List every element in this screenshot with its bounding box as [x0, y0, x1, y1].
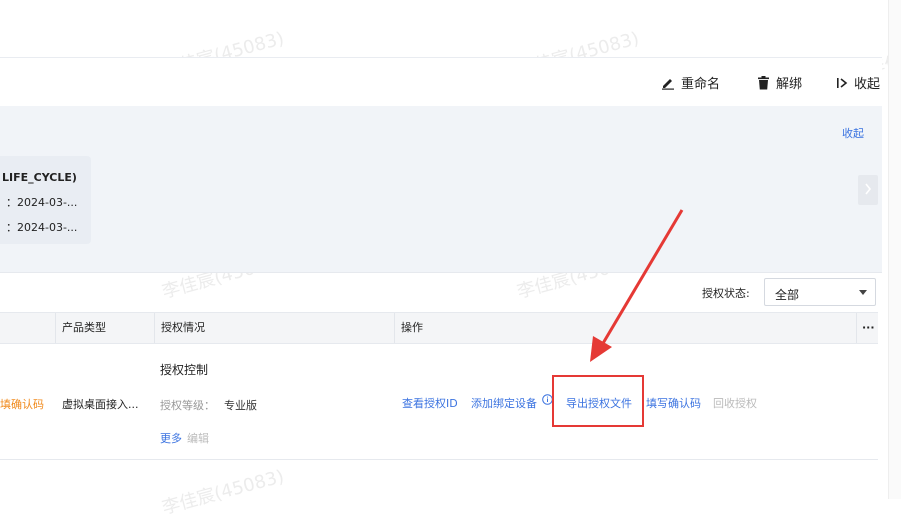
auth-control-title: 授权控制 — [160, 363, 209, 377]
auth-status-value: 全部 — [775, 288, 800, 302]
column-settings-button[interactable]: ··· — [856, 313, 878, 343]
rename-label: 重命名 — [681, 77, 721, 92]
card-line-start: ：2024-03-... — [6, 196, 78, 209]
auth-level-label: 授权等级： — [160, 399, 215, 412]
edit-icon — [661, 76, 675, 90]
chevron-right-icon — [864, 183, 872, 198]
more-link[interactable]: 更多 — [160, 430, 182, 446]
table-header: 产品类型 授权情况 操作 ··· — [0, 312, 878, 344]
auth-level-value: 专业版 — [224, 399, 257, 412]
table-row: 填确认码 虚拟桌面接入... 授权控制 授权等级： 专业版 更多 编辑 查看授权… — [0, 344, 878, 460]
unbind-label: 解绑 — [776, 77, 803, 92]
watermark: 李佳宸(45083) — [159, 466, 287, 519]
header-auth-status: 授权情况 — [154, 313, 394, 343]
lifecycle-card: LIFE_CYCLE) ：2024-03-... ：2024-03-... — [0, 156, 91, 244]
trash-icon — [757, 75, 770, 90]
summary-collapse-link[interactable]: 收起 — [842, 125, 864, 141]
detail-toolbar — [0, 57, 882, 106]
summary-panel — [0, 106, 882, 273]
vertical-scrollbar[interactable] — [888, 0, 901, 499]
highlight-box — [552, 375, 644, 427]
header-cell-blank — [0, 313, 55, 343]
auth-status-select[interactable]: 全部 — [764, 278, 876, 306]
header-actions: 操作 — [394, 313, 856, 343]
add-bind-device-link[interactable]: 添加绑定设备 — [471, 395, 537, 411]
view-auth-id-link[interactable]: 查看授权ID — [402, 395, 458, 411]
collapse-label: 收起 — [854, 77, 881, 92]
unbind-button[interactable]: 解绑 — [757, 73, 802, 92]
product-type-cell: 虚拟桌面接入... — [62, 398, 139, 411]
fill-confirm-code-link[interactable]: 填写确认码 — [646, 395, 701, 411]
fill-code-link[interactable]: 填确认码 — [0, 396, 44, 412]
collapse-icon — [836, 77, 848, 89]
rename-button[interactable]: 重命名 — [661, 73, 720, 92]
auth-status-label: 授权状态: — [702, 287, 750, 300]
scroll-right-button[interactable] — [858, 175, 878, 205]
card-line-end: ：2024-03-... — [6, 221, 78, 234]
card-title: LIFE_CYCLE) — [2, 171, 77, 184]
collapse-button[interactable]: 收起 — [836, 73, 880, 92]
edit-link[interactable]: 编辑 — [187, 430, 209, 446]
header-product-type: 产品类型 — [55, 313, 154, 343]
revoke-auth-link: 回收授权 — [713, 397, 757, 410]
chevron-down-icon — [859, 290, 867, 295]
